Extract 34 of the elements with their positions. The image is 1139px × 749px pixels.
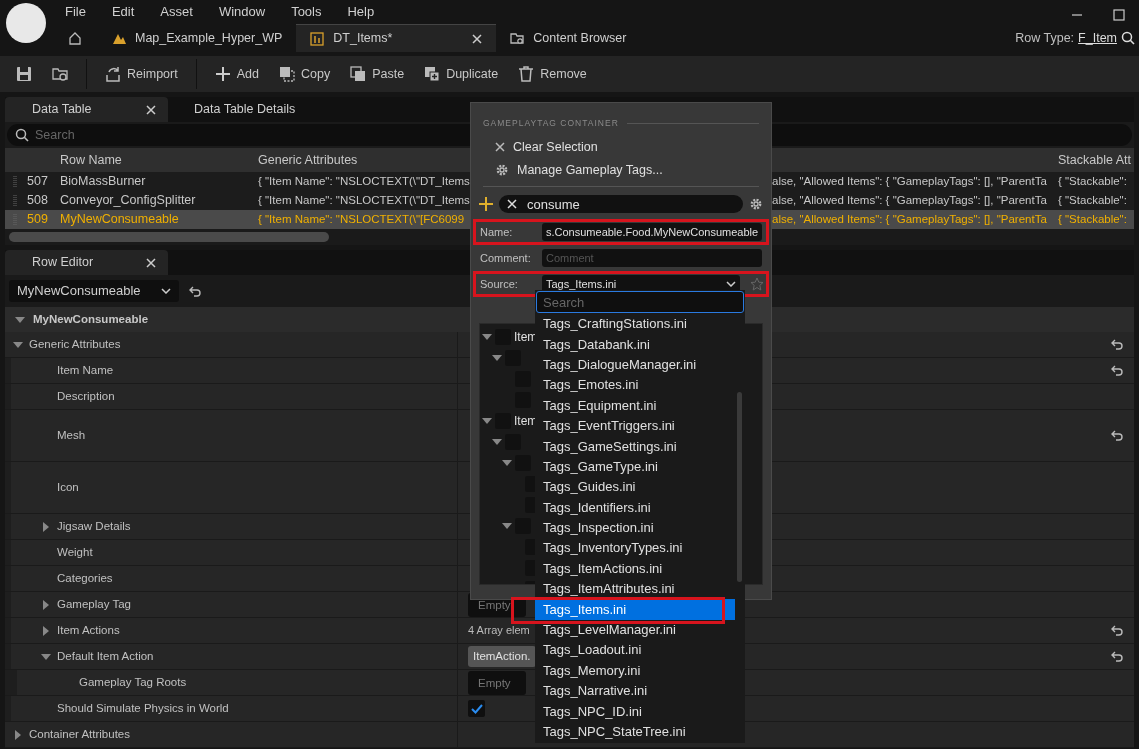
table-cell-text: { "Stackable": — [1057, 192, 1128, 208]
property-value: 4 Array elem — [468, 623, 530, 639]
property-label: Jigsaw Details — [57, 518, 131, 534]
property-label: Should Simulate Physics in World — [57, 700, 229, 716]
property-label: Item Name — [57, 362, 114, 378]
table-cell-text: Conveyor_ConfigSplitter — [59, 192, 197, 210]
field-label: Comment: — [480, 251, 532, 266]
property-label: Default Item Action — [57, 648, 154, 664]
table-cell-text: { "Stackable": — [1057, 173, 1128, 189]
property-label: Description — [57, 388, 115, 404]
table-cell-text: BioMassBurner — [59, 173, 147, 191]
table-cell-text: { "Stackable": — [1057, 211, 1128, 227]
table-cell-text: { "Item Name": "NSLOCTEXT(\"DT_Items — [257, 173, 470, 189]
table-cell-text: { "Item Name": "NSLOCTEXT(\"DT_Items — [257, 192, 470, 208]
table-cell-text: MyNewConsumeable — [59, 211, 180, 229]
property-label: Gameplay Tag — [57, 596, 131, 612]
field-label: Name: — [480, 225, 514, 240]
table-cell-text: { "Item Name": "NSLOCTEXT(\"[FC6099 — [257, 211, 466, 227]
row-type-label: Row Type: — [1015, 29, 1075, 47]
row-index: 508 — [26, 192, 49, 210]
property-label: Gameplay Tag Roots — [79, 674, 187, 690]
row-index: 507 — [26, 173, 49, 191]
property-label: Categories — [57, 570, 113, 586]
property-label: Generic Attributes — [29, 336, 121, 352]
table-cell-text: alse, "Allowed Items": { "GameplayTags": [], "ParentTa — [771, 192, 1048, 208]
property-label: Icon — [57, 479, 79, 495]
table-cell-text: alse, "Allowed Items": { "GameplayTags": [], "ParentTa — [771, 211, 1048, 227]
property-label: Mesh — [57, 427, 86, 443]
property-label: Weight — [57, 544, 93, 560]
property-label: Container Attributes — [29, 726, 130, 742]
row-index: 509 — [26, 211, 49, 229]
property-label: Item Actions — [57, 622, 120, 638]
field-label: Source: — [480, 277, 519, 292]
table-cell-text: alse, "Allowed Items": { "GameplayTags": [], "ParentTa — [771, 173, 1048, 189]
